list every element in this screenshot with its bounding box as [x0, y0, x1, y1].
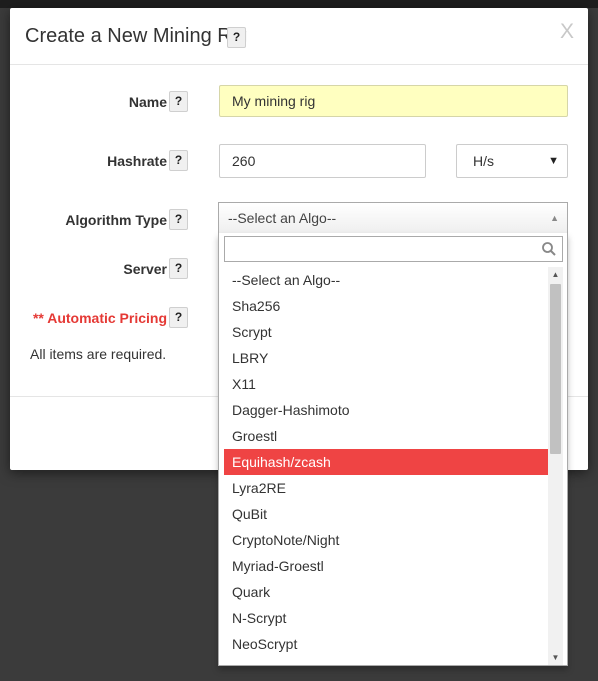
algorithm-select-value: --Select an Algo-- [228, 210, 337, 226]
modal-header: Create a New Mining Rig ? X [10, 8, 588, 65]
background-navbar [0, 0, 598, 8]
algorithm-type-label: Algorithm Type [65, 212, 167, 228]
algorithm-option[interactable]: Myriad-Groestl [224, 553, 548, 579]
algorithm-option[interactable]: CryptoNote/Night [224, 527, 548, 553]
algorithm-help-button[interactable]: ? [169, 209, 188, 230]
algorithm-option[interactable]: Sha256 [224, 293, 548, 319]
algorithm-option[interactable]: Quark [224, 579, 548, 605]
hashrate-help-button[interactable]: ? [169, 150, 188, 171]
algorithm-option[interactable]: Groestl [224, 423, 548, 449]
algorithm-select[interactable]: --Select an Algo-- ▲ [218, 202, 568, 234]
dropdown-scrollbar[interactable]: ▲ ▼ [548, 267, 563, 665]
modal-title: Create a New Mining Rig [25, 25, 248, 47]
algorithm-option[interactable]: Nist5 [224, 657, 548, 665]
scroll-down-arrow-icon[interactable]: ▼ [548, 650, 563, 665]
algorithm-options-list: --Select an Algo-- Sha256 Scrypt LBRY X11 Dag… [224, 267, 548, 665]
algorithm-option[interactable]: QuBit [224, 501, 548, 527]
automatic-pricing-help-button[interactable]: ? [169, 307, 188, 328]
chevron-down-icon: ▼ [548, 155, 559, 167]
algorithm-search-input[interactable] [224, 236, 563, 262]
algorithm-option[interactable]: LBRY [224, 345, 548, 371]
scroll-up-arrow-icon[interactable]: ▲ [548, 267, 563, 282]
algorithm-option[interactable]: --Select an Algo-- [224, 267, 548, 293]
algorithm-dropdown: --Select an Algo-- Sha256 Scrypt LBRY X11 Dag… [218, 233, 568, 666]
required-note: All items are required. [30, 346, 167, 362]
automatic-pricing-label: ** Automatic Pricing [32, 310, 167, 326]
server-help-button[interactable]: ? [169, 258, 188, 279]
search-icon [542, 242, 556, 256]
close-icon[interactable]: X [560, 20, 574, 44]
scroll-thumb[interactable] [550, 284, 561, 454]
algorithm-option[interactable]: N-Scrypt [224, 605, 548, 631]
hashrate-unit-select[interactable]: H/s ▼ [456, 144, 568, 178]
algorithm-option[interactable]: NeoScrypt [224, 631, 548, 657]
algorithm-option[interactable]: X11 [224, 371, 548, 397]
name-label: Name [128, 94, 167, 110]
hashrate-unit-value: H/s [473, 153, 494, 169]
title-help-button[interactable]: ? [227, 27, 246, 48]
chevron-up-icon: ▲ [550, 213, 559, 223]
name-input[interactable]: My mining rig [219, 85, 568, 117]
hashrate-input[interactable]: 260 [219, 144, 426, 178]
algorithm-option[interactable]: Scrypt [224, 319, 548, 345]
algorithm-option[interactable]: Lyra2RE [224, 475, 548, 501]
hashrate-label: Hashrate [107, 153, 167, 169]
algorithm-option[interactable]: Dagger-Hashimoto [224, 397, 548, 423]
name-help-button[interactable]: ? [169, 91, 188, 112]
algorithm-option[interactable]: Equihash/zcash [224, 449, 548, 475]
server-label: Server [123, 261, 167, 277]
